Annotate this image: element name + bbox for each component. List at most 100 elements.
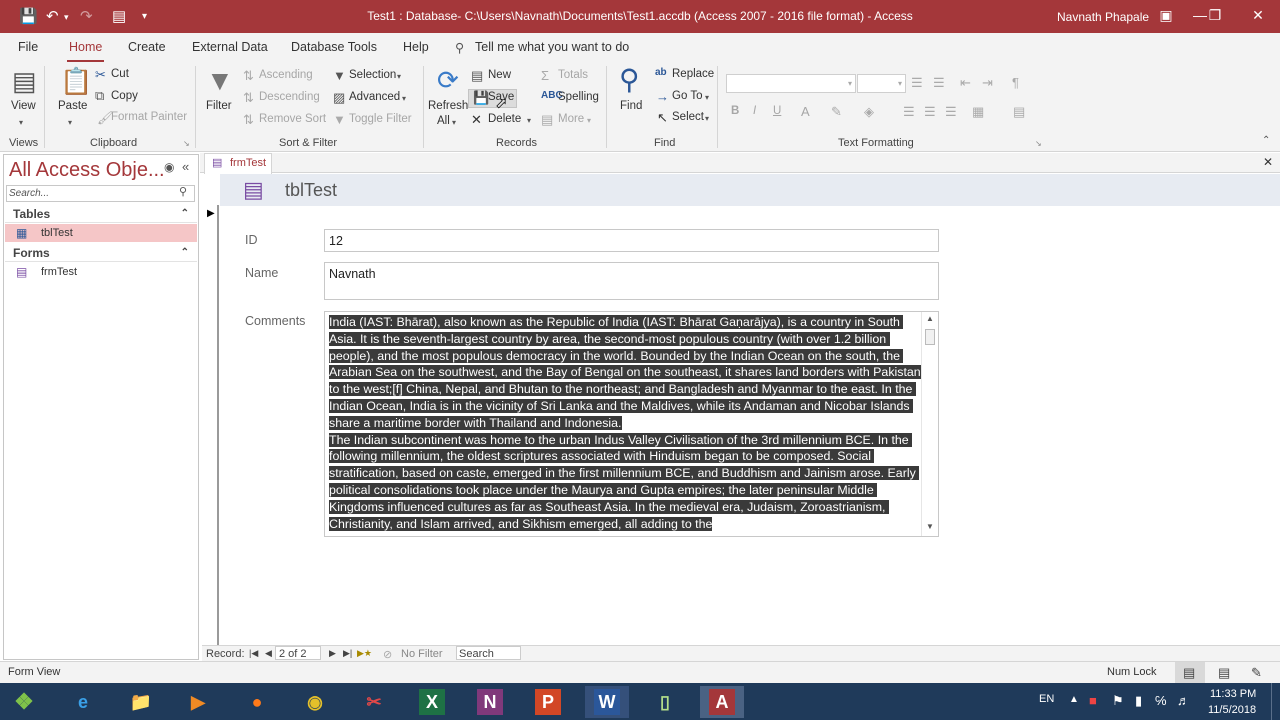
paste-dropdown-icon[interactable]: ▾ [68,118,72,127]
name-field[interactable]: Navnath [324,262,939,300]
refresh-dropdown-icon[interactable]: ▾ [452,118,456,127]
word-taskbar-button[interactable]: W [585,686,629,718]
clipboard-launcher-icon[interactable]: ↘ [183,140,190,148]
record-selector[interactable]: ▶ [202,205,219,645]
goto-dropdown-icon[interactable]: ▾ [705,93,709,102]
goto-icon[interactable]: → [656,90,669,103]
excel-icon[interactable]: X [419,689,445,715]
start-button-icon[interactable]: ❖ [2,686,46,718]
volume-icon[interactable]: ♬ [1177,694,1190,707]
refresh-button[interactable]: Refresh [428,100,468,112]
clock-date[interactable]: 11/5/2018 [1208,704,1256,716]
filter-icon[interactable]: ▼ [206,67,234,95]
font-name-select[interactable]: ▾ [726,74,856,93]
close-document-icon[interactable]: ✕ [1263,156,1273,168]
collapse-group-icon[interactable]: ⌃ [181,244,189,262]
tab-database-tools[interactable]: Database Tools [291,40,377,54]
shutter-bar-icon[interactable]: « [182,160,189,173]
nav-group-tables[interactable]: Tables ⌃ [5,205,197,223]
nav-item-frmtest[interactable]: ▤ frmTest [5,263,197,281]
collapse-group-icon[interactable]: ⌃ [181,205,189,223]
tray-app-icon[interactable]: ■ [1089,694,1097,707]
current-record-box[interactable]: 2 of 2 [275,646,321,660]
find-icon[interactable]: ⚲ [619,66,640,94]
filter-status[interactable]: No Filter [401,648,443,660]
view-button[interactable]: View [11,100,36,112]
advanced-icon[interactable]: ▨ [333,91,345,104]
firefox-icon[interactable]: ● [235,686,279,718]
advanced-button[interactable]: Advanced [349,91,400,103]
cut-button[interactable]: Cut [111,68,129,80]
text-formatting-launcher-icon[interactable]: ↘ [1035,140,1042,148]
previous-record-icon[interactable]: ◀ [265,648,272,659]
tab-help[interactable]: Help [403,40,429,54]
refresh-all-label[interactable]: All [437,115,450,127]
delete-dropdown-icon[interactable]: ▾ [527,116,531,125]
paste-button[interactable]: Paste [58,100,87,112]
select-icon[interactable]: ↖ [657,111,668,124]
sticky-notes-icon[interactable]: ▯ [643,686,687,718]
find-button[interactable]: Find [620,100,642,112]
scroll-up-icon[interactable]: ▲ [926,314,934,323]
advanced-dropdown-icon[interactable]: ▾ [402,94,406,103]
goto-button[interactable]: Go To [672,90,702,102]
show-desktop-button[interactable] [1271,683,1280,720]
refresh-icon[interactable]: ⟳ [437,67,459,93]
filter-button[interactable]: Filter [206,100,232,112]
tab-frmtest[interactable]: ▤ frmTest [204,153,272,174]
form-view-icon[interactable]: ▤ [1183,666,1195,679]
nav-item-tbltest[interactable]: ▦ tblTest [5,224,197,242]
next-record-icon[interactable]: ▶ [329,648,336,659]
record-search-input[interactable]: Search [456,646,521,660]
file-explorer-icon[interactable]: 📁 [119,686,163,718]
new-blank-record-icon[interactable]: ▶★ [357,648,372,659]
internet-explorer-icon[interactable]: e [61,686,105,718]
replace-button[interactable]: Replace [672,68,714,80]
language-indicator[interactable]: EN [1039,693,1054,705]
view-dropdown-icon[interactable]: ▾ [19,118,23,127]
tell-me-box[interactable]: Tell me what you want to do [475,40,629,54]
replace-icon[interactable]: ab [655,68,667,78]
nav-group-forms[interactable]: Forms ⌃ [5,244,197,262]
delete-button[interactable]: Delete [488,113,521,125]
access-taskbar-button[interactable]: A [700,686,744,718]
layout-view-icon[interactable]: ▤ [1218,666,1230,679]
new-record-button[interactable]: New [488,69,511,81]
action-center-icon[interactable]: ⚑ [1112,694,1124,707]
network-icon[interactable]: ℅ [1155,694,1167,707]
selection-dropdown-icon[interactable]: ▾ [397,72,401,81]
new-record-icon[interactable]: ▤ [471,69,483,82]
save-record-icon[interactable]: 💾 [473,91,489,104]
id-field[interactable]: 12 [324,229,939,252]
view-icon[interactable]: ▤ [12,68,37,94]
spelling-button[interactable]: Spelling [558,91,599,103]
collapse-ribbon-icon[interactable]: ⌃ [1262,136,1270,146]
first-record-icon[interactable]: |◀ [249,648,258,659]
onenote-icon[interactable]: N [477,689,503,715]
tab-home[interactable]: Home [69,40,102,54]
copy-button[interactable]: Copy [111,90,138,102]
last-record-icon[interactable]: ▶| [343,648,352,659]
tab-external-data[interactable]: External Data [192,40,268,54]
cut-icon[interactable]: ✂ [95,68,106,81]
comments-scrollbar[interactable]: ▲ ▼ [921,312,938,536]
scroll-thumb[interactable] [925,329,935,345]
selection-icon[interactable]: ▼ [333,69,346,82]
media-player-icon[interactable]: ▶ [176,686,220,718]
search-icon[interactable]: ⚲ [179,187,187,198]
design-view-icon[interactable]: ✎ [1251,666,1262,679]
restore-icon[interactable]: ❐ [1200,7,1230,24]
ribbon-display-options-icon[interactable]: ▣ [1151,7,1181,24]
copy-icon[interactable]: ⧉ [95,89,104,102]
nav-search-input[interactable]: Search... [6,185,195,202]
chrome-icon[interactable]: ◉ [293,686,337,718]
tray-expand-icon[interactable]: ▲ [1069,695,1079,705]
tab-create[interactable]: Create [128,40,166,54]
nav-menu-icon[interactable]: ◉ [164,161,174,173]
battery-icon[interactable]: ▮ [1135,694,1142,707]
close-icon[interactable]: ✕ [1243,7,1273,24]
clock-time[interactable]: 11:33 PM [1210,688,1256,700]
delete-icon[interactable]: ✕ [471,113,482,126]
select-button[interactable]: Select [672,111,704,123]
powerpoint-icon[interactable]: P [535,689,561,715]
